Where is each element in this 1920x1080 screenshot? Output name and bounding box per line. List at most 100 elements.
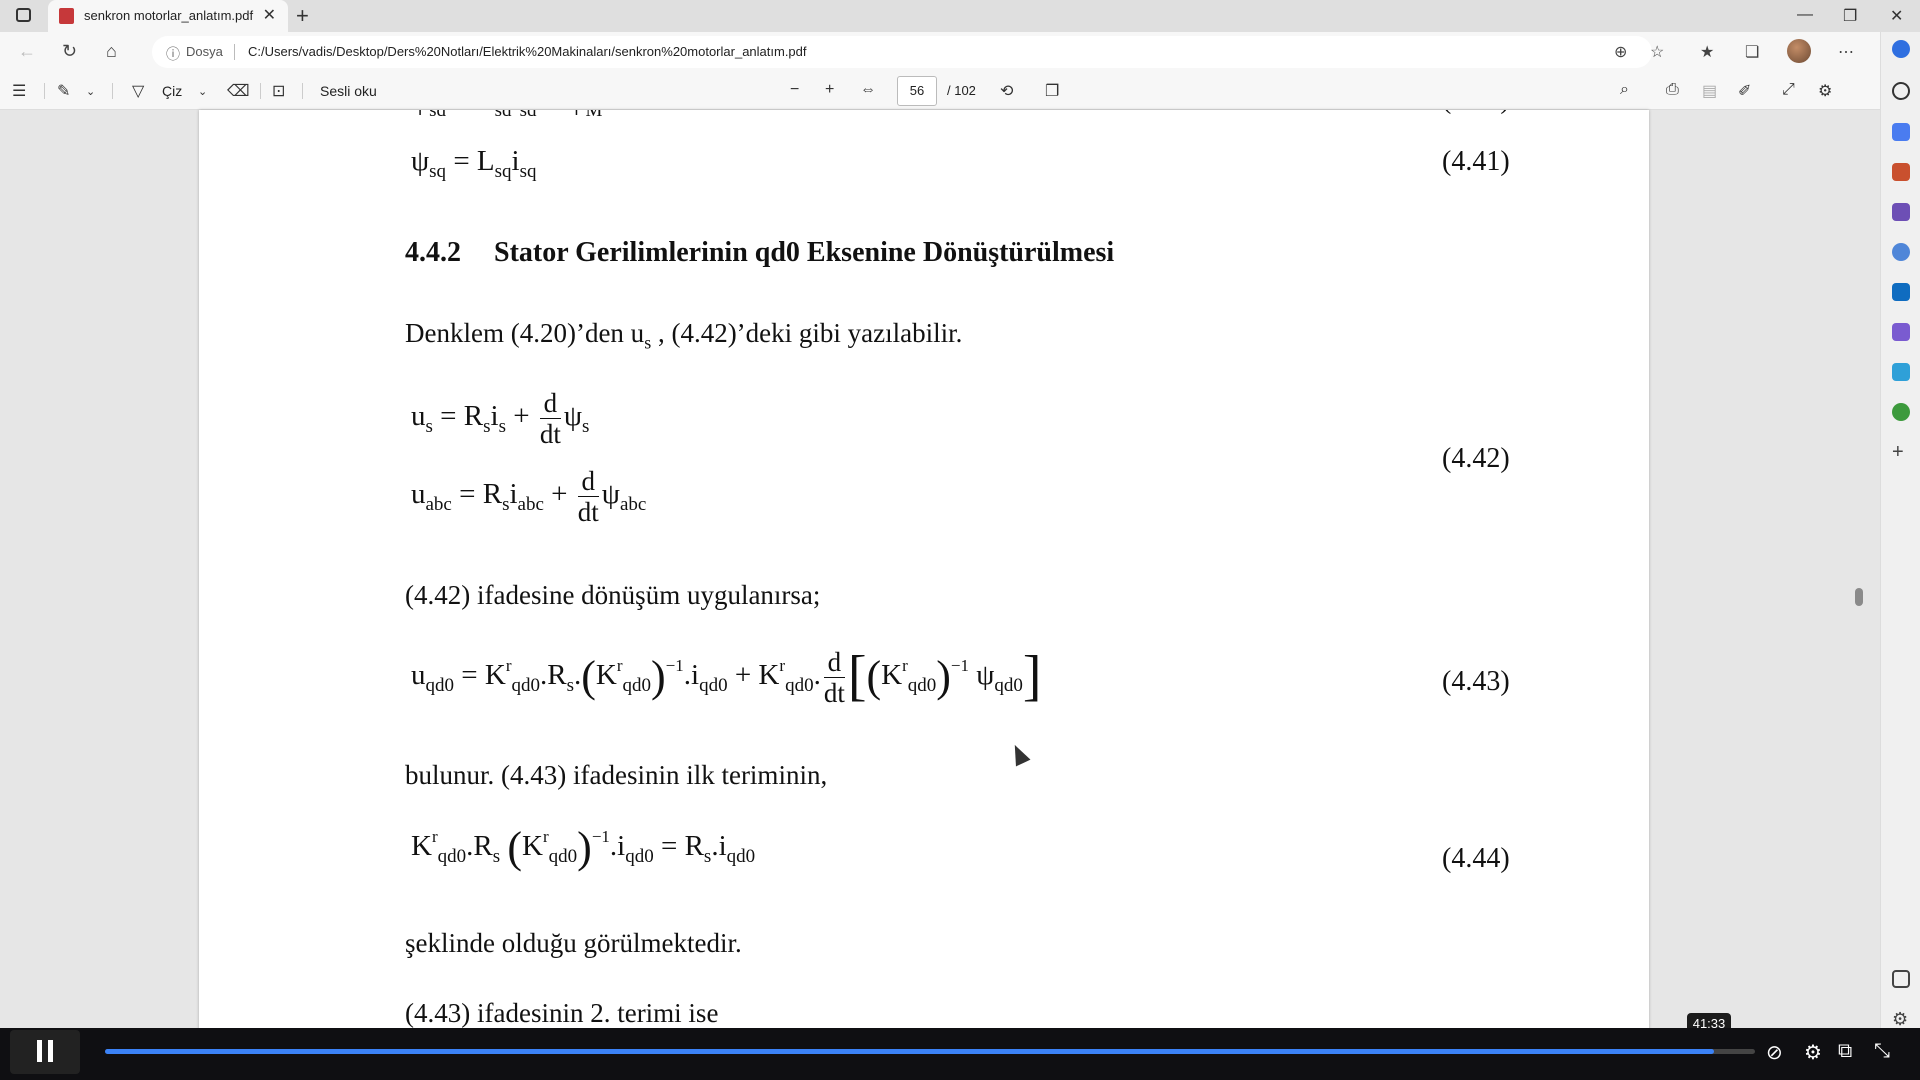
highlight-icon[interactable]: ✎ [57,81,70,101]
captions-off-icon[interactable]: ⊘ [1766,1040,1783,1065]
pdf-page: ψsd = Lsdisd + ψM (4.40) ψsq = Lsqisq (4… [199,110,1649,1030]
back-icon[interactable]: ← [18,41,36,62]
pdf-toolbar: ☰ ✎ ⌄ ▽ Çiz ⌄ ⌫ ⊡ Sesli oku − + ⇔ 56 / 1… [0,72,1880,110]
toolbar-divider [112,83,113,99]
eq-4-43: uqd0 = Krqd0.Rs.(Krqd0)−1.iqd0 + Krqd0. d… [411,645,1042,708]
tools-icon[interactable] [1892,163,1910,181]
contents-icon[interactable]: ☰ [12,81,26,101]
games-icon[interactable] [1892,203,1910,221]
sidebar-toggle-icon[interactable] [16,8,31,22]
draw-dropdown-icon[interactable]: ⌄ [198,85,207,98]
eq-4-42-line2: uabc = Rsiabc + d dt ψabc [411,466,647,527]
paragraph-1-start: Denklem (4.20)’den u [405,318,645,348]
draw-icon[interactable]: ▽ [132,81,144,101]
rotate-icon[interactable]: ⟲ [1000,81,1013,101]
search-icon[interactable] [1892,82,1910,100]
eq-4-42-line1: us = Rsis + d dt ψs [411,388,590,449]
save-icon[interactable]: ▤ [1702,81,1717,101]
page-view-icon[interactable]: ❐ [1045,81,1059,101]
tab-title: senkron motorlar_anlatım.pdf [84,8,254,23]
address-divider [234,44,235,60]
favorites-icon[interactable]: ★ [1700,42,1714,62]
paragraph-1-end: , (4.42)’deki gibi yazılabilir. [651,318,963,348]
vertical-scrollbar[interactable] [1853,72,1863,1032]
video-settings-icon[interactable]: ⚙ [1804,1040,1822,1065]
text-icon[interactable]: ⊡ [272,81,285,101]
settings-icon[interactable]: ⚙ [1892,1010,1910,1028]
info-icon[interactable]: ⓘ [166,44,180,64]
eq-4-41-number: (4.41) [1442,146,1510,177]
scrollbar-thumb[interactable] [1855,588,1863,606]
collections-icon[interactable]: ❏ [1745,42,1759,62]
zoom-icon[interactable]: ⊕ [1614,42,1627,62]
pip-icon[interactable]: ⧉ [1838,1040,1852,1063]
close-tab-icon[interactable]: ✕ [263,5,276,25]
outlook-icon[interactable] [1892,283,1910,301]
toolbar-divider [260,83,261,99]
eraser-icon[interactable]: ⌫ [227,81,250,101]
page-total: / 102 [947,83,976,98]
eq-4-40-number-partial: (4.40) [1442,110,1510,116]
tab-bar: senkron motorlar_anlatım.pdf ✕ + — ❐ ✕ [0,0,1920,32]
add-icon[interactable]: + [1892,442,1910,462]
restore-icon[interactable]: ❐ [1843,6,1857,26]
more-icon[interactable]: ⋯ [1838,42,1854,62]
minimize-icon[interactable]: — [1797,6,1813,24]
exit-fullscreen-icon[interactable]: ⤡ [1874,1040,1890,1063]
url-text[interactable]: C:/Users/vadis/Desktop/Ders%20Notları/El… [248,44,807,59]
eq-4-40-partial: ψsd = Lsdisd + ψM [411,110,603,121]
eq-4-41: ψsq = Lsqisq [411,145,537,182]
highlight-dropdown-icon[interactable]: ⌄ [86,85,95,98]
edge-sidebar: + ⚙ [1880,32,1920,1080]
progress-track[interactable] [105,1049,1755,1054]
paragraph-1: Denklem (4.20)’den us , (4.42)’deki gibi… [405,318,962,353]
designer-icon[interactable] [1892,323,1910,341]
heading-text: Stator Gerilimlerinin qd0 Eksenine Dönüş… [494,237,1115,268]
heading-number: 4.4.2 [405,237,461,268]
eq-4-44-number: (4.44) [1442,843,1510,874]
pdf-settings-icon[interactable]: ⚙ [1818,81,1832,101]
address-label: Dosya [186,44,223,59]
draw-button[interactable]: Çiz [162,83,182,99]
tree-icon[interactable] [1892,403,1910,421]
shopping-icon[interactable] [1892,123,1910,141]
bing-icon[interactable] [1892,40,1910,58]
section-heading: 4.4.2 Stator Gerilimlerinin qd0 Eksenine… [405,237,1114,269]
zoom-in-icon[interactable]: + [825,81,834,99]
save-as-icon[interactable]: ✐ [1738,81,1751,101]
home-icon[interactable]: ⌂ [106,41,117,62]
sidebar-panel-icon[interactable] [1892,970,1910,988]
paragraph-3: bulunur. (4.43) ifadesinin ilk teriminin… [405,760,828,790]
address-field[interactable]: ⓘ Dosya C:/Users/vadis/Desktop/Ders%20No… [152,36,1652,68]
paragraph-4: şeklinde olduğu görülmektedir. [405,928,742,958]
document-area[interactable]: ψsd = Lsdisd + ψM (4.40) ψsq = Lsqisq (4… [0,110,1860,1030]
fit-width-icon[interactable]: ⇔ [860,81,876,99]
fullscreen-icon[interactable]: ⤢ [1782,81,1795,99]
new-tab-icon[interactable]: + [296,3,309,29]
avatar[interactable] [1787,39,1811,63]
print-icon[interactable]: ⎙ [1666,81,1679,99]
address-bar: ← ↻ ⌂ ⓘ Dosya C:/Users/vadis/Desktop/Der… [0,32,1880,72]
paragraph-2: (4.42) ifadesine dönüşüm uygulanırsa; [405,580,821,610]
eq-4-44: Krqd0.Rs (Krqd0)−1.iqd0 = Rs.iqd0 [411,823,756,872]
drop-icon[interactable] [1892,363,1910,381]
search-pdf-icon[interactable]: ⌕ [1620,81,1629,99]
office-icon[interactable] [1892,243,1910,261]
pdf-icon [59,8,74,24]
zoom-out-icon[interactable]: − [790,81,799,99]
toolbar-divider [302,83,303,99]
refresh-icon[interactable]: ↻ [62,41,77,62]
pause-icon [37,1040,53,1062]
favorite-add-icon[interactable]: ☆ [1650,42,1664,62]
paragraph-5: (4.43) ifadesinin 2. terimi ise [405,998,719,1028]
close-window-icon[interactable]: ✕ [1890,6,1903,26]
video-controls: ⊘ ⚙ ⧉ ⤡ [0,1028,1920,1080]
eq-4-43-number: (4.43) [1442,666,1510,697]
pause-button[interactable] [10,1030,80,1074]
toolbar-divider [44,83,45,99]
read-aloud-button[interactable]: Sesli oku [320,83,377,99]
page-number-input[interactable]: 56 [897,76,937,106]
progress-fill [105,1049,1714,1054]
tab-pdf[interactable]: senkron motorlar_anlatım.pdf ✕ [48,0,288,32]
eq-4-42-number: (4.42) [1442,443,1510,474]
